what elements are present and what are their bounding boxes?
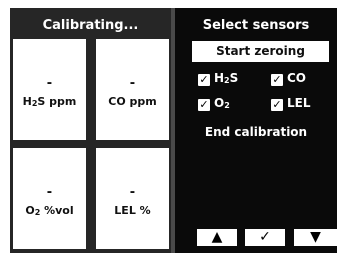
checkmark-icon: ✓: [259, 229, 271, 245]
o2-reading-tile: - O2 %vol: [13, 148, 86, 249]
lel-sensor-checkbox[interactable]: ✓ LEL: [271, 96, 311, 111]
confirm-button[interactable]: ✓: [245, 229, 285, 246]
h2s-reading-tile: - H2S ppm: [13, 39, 86, 140]
h2s-value: -: [46, 76, 53, 91]
calibration-screen: Calibrating... - H2S ppm - CO ppm - O2 %…: [0, 0, 337, 253]
readings-panel: Calibrating... - H2S ppm - CO ppm - O2 %…: [10, 8, 171, 253]
co-reading-tile: - CO ppm: [96, 39, 169, 140]
start-zeroing-button[interactable]: Start zeroing: [192, 41, 329, 62]
lel-value: -: [129, 185, 136, 200]
up-arrow-button[interactable]: ▲: [197, 229, 237, 246]
o2-sensor-checkbox[interactable]: ✓ O2: [198, 96, 230, 111]
up-arrow-icon: ▲: [211, 229, 223, 245]
h2s-unit: H2S ppm: [22, 95, 77, 108]
select-sensors-title: Select sensors: [202, 18, 310, 33]
checkbox-checked-icon: ✓: [271, 73, 283, 86]
o2-unit: O2 %vol: [25, 204, 74, 217]
co-value: -: [129, 76, 136, 91]
lel-unit: LEL %: [114, 204, 151, 217]
lel-reading-tile: - LEL %: [96, 148, 169, 249]
end-calibration-button[interactable]: End calibration: [175, 125, 337, 139]
h2s-sensor-checkbox[interactable]: ✓ H2S: [198, 71, 238, 86]
checkbox-checked-icon: ✓: [198, 73, 210, 86]
down-arrow-icon: ▼: [310, 229, 321, 245]
checkbox-checked-icon: ✓: [198, 98, 210, 111]
co-sensor-checkbox[interactable]: ✓ CO: [271, 71, 306, 86]
checkbox-checked-icon: ✓: [271, 98, 283, 111]
calibrating-title: Calibrating...: [42, 18, 139, 33]
sensor-menu-panel: Select sensors Start zeroing ✓ H2S ✓ CO ✓ O…: [175, 8, 337, 253]
co-unit: CO ppm: [108, 95, 157, 108]
down-arrow-button[interactable]: ▼: [294, 229, 337, 246]
o2-value: -: [46, 185, 53, 200]
